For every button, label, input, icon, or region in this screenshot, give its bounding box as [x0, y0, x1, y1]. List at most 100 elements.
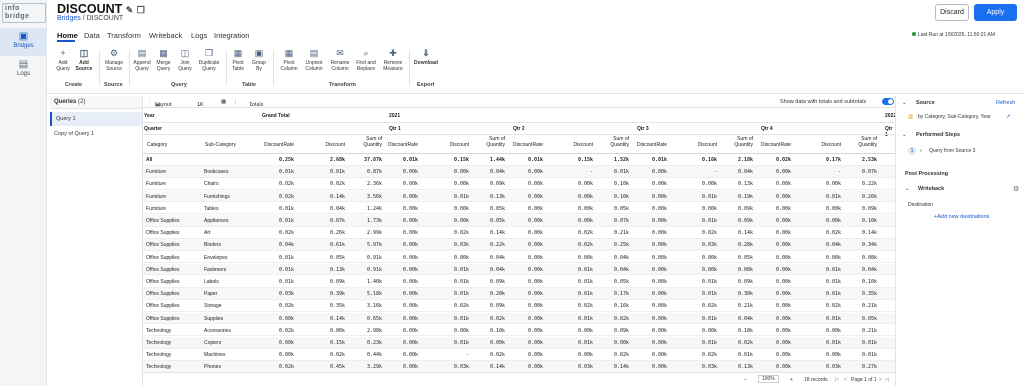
next-page-icon[interactable]: > [879, 377, 882, 383]
tab-home[interactable]: Home [57, 31, 78, 40]
unpivot-column-button[interactable]: ▤ Unpivot Column [303, 48, 325, 72]
remove-measure-label: Remove Measure [383, 60, 403, 72]
remove-measure-button[interactable]: ✚ Remove Measure [381, 48, 405, 72]
value-cell: 0.10k [861, 218, 877, 224]
find-replace-label: Find and Replace [356, 60, 376, 72]
zoom-level[interactable]: 100% [758, 375, 779, 383]
refresh-link[interactable]: Refresh [996, 100, 1015, 106]
value-cell: 0.17k [825, 157, 841, 163]
value-cell: 0.00k [402, 230, 418, 237]
chevron-down-icon[interactable]: ⌄ [902, 100, 907, 106]
last-run-status: Last Run at 1/9/2025, 11:50:21 AM [912, 32, 995, 38]
pivot-table-button[interactable]: ▦ Pivot Table [230, 48, 246, 72]
prev-page-icon[interactable]: < [844, 377, 847, 383]
measure-col-header[interactable]: Discount [423, 142, 469, 148]
value-cell: 0.09k [489, 303, 505, 310]
measure-col-header[interactable]: Discount [547, 142, 593, 148]
last-run-text: Last Run at 1/9/2025, 11:50:21 AM [918, 32, 995, 38]
value-cell: 0.04k [737, 169, 753, 176]
measure-col-header[interactable]: DiscountRate [621, 142, 667, 148]
add-destination-link[interactable]: +Add new destinations [934, 214, 990, 220]
find-replace-button[interactable]: ⌕ Find and Replace [354, 48, 378, 72]
value-cell: 0.28k [737, 242, 753, 249]
add-source-button[interactable]: ◫ Add Source [75, 48, 93, 72]
value-cell: 0.00k [651, 364, 667, 371]
zoom-in-icon[interactable]: + [790, 377, 793, 383]
value-cell: 0.00k [775, 205, 791, 212]
value-cell: 0.00k [402, 340, 418, 346]
category-col-header[interactable]: Category [147, 142, 167, 148]
performed-steps-label: Performed Steps [916, 132, 961, 138]
subcategory-cell: Chairs [204, 181, 219, 188]
tab-integration[interactable]: Integration [214, 31, 249, 40]
value-cell: 0.00k [775, 352, 791, 359]
value-cell: 0.02k [613, 315, 629, 322]
value-cell: 0.02k [453, 230, 469, 237]
edit-icon[interactable]: ✎ [126, 5, 134, 15]
measure-col-header[interactable]: Discount [795, 142, 841, 148]
query-item[interactable]: Query 1 [50, 112, 142, 126]
value-cell: 0.00k [651, 218, 667, 224]
pivot-column-button[interactable]: ▦ Pivot Column [279, 48, 299, 72]
post-processing-label: Post Processing [905, 171, 949, 177]
drag-handle-icon[interactable]: ⋮ [147, 99, 153, 105]
subcategory-col-header[interactable]: Sub-Category [205, 142, 236, 148]
append-query-button[interactable]: ▤ Append Query [132, 48, 152, 72]
rename-column-button[interactable]: ✉ Rename Column [329, 48, 351, 72]
grid-footer: − 100% + 18 records |< < Page 1 of 1 > >… [143, 372, 895, 386]
pivot-column-icon: ▦ [284, 48, 294, 58]
group-by-button[interactable]: ▣ Group By [251, 48, 267, 72]
measure-col-header[interactable]: Sum of Quantity [847, 136, 877, 148]
measure-col-header[interactable]: DiscountRate [497, 142, 543, 148]
tab-writeback[interactable]: Writeback [149, 31, 182, 40]
gear-icon[interactable]: ⚙ [1013, 185, 1019, 193]
nav-logs[interactable]: ▤ Logs [0, 56, 47, 84]
step-item[interactable]: Query from Source 3 [929, 148, 975, 154]
breadcrumb-bridges[interactable]: Bridges [57, 15, 81, 22]
value-cell: 0.01k [861, 352, 877, 359]
tab-transform[interactable]: Transform [107, 31, 141, 40]
tab-data[interactable]: Data [84, 31, 100, 40]
value-cell: 1.44k [489, 157, 505, 163]
join-query-button[interactable]: ◫ Join Query [176, 48, 194, 72]
zoom-out-icon[interactable]: − [744, 377, 747, 383]
value-cell: 0.44k [366, 352, 382, 359]
open-source-icon[interactable]: ↗ [1006, 114, 1011, 120]
merge-query-button[interactable]: ▦ Merge Query [154, 48, 173, 72]
measure-col-header[interactable]: Discount [671, 142, 717, 148]
page-indicator: Page 1 of 1 [851, 377, 877, 383]
remove-measure-icon: ✚ [389, 48, 397, 58]
value-cell: 0.14k [329, 193, 345, 200]
value-cell: 0.05k [329, 254, 345, 261]
group-transform-label: Transform [329, 82, 356, 88]
chevron-down-icon[interactable]: ⌄ [902, 132, 907, 138]
value-cell: 0.01k [278, 254, 294, 261]
value-cell: 0.26k [329, 230, 345, 237]
nav-bridges[interactable]: ▣ Bridges [0, 28, 47, 56]
tab-logs[interactable]: Logs [191, 31, 207, 40]
manage-source-button[interactable]: ⚙ Manage Source [103, 48, 125, 72]
year-2021-header: 2021 [389, 113, 401, 119]
copy-icon[interactable]: ❐ [137, 5, 145, 15]
first-page-icon[interactable]: |< [835, 377, 839, 383]
query-item[interactable]: Copy of Query 1 [50, 127, 142, 141]
chevron-right-icon[interactable]: › [920, 148, 922, 154]
measure-col-header[interactable]: Discount [299, 142, 345, 148]
discard-button[interactable]: Discard [935, 4, 969, 21]
add-query-button[interactable]: + Add Query [55, 48, 71, 72]
measure-col-header[interactable]: DiscountRate [372, 142, 418, 148]
measure-col-header[interactable]: DiscountRate [248, 142, 294, 148]
columns-icon[interactable]: ▦ [221, 99, 226, 105]
apply-button[interactable]: Apply [974, 4, 1017, 21]
chevron-down-icon[interactable]: ⌄ [905, 186, 910, 192]
last-page-icon[interactable]: >| [885, 377, 889, 383]
download-button[interactable]: ⇓ Download [413, 48, 439, 67]
show-totals-toggle[interactable] [882, 98, 894, 105]
source-section-label: Source [916, 100, 935, 106]
duplicate-query-button[interactable]: ❐ Duplicate Query [197, 48, 221, 72]
divider [129, 50, 130, 86]
value-cell: 0.00k [775, 181, 791, 188]
table-row: Furniture Furnishings 0.02k 0.14k 3.56k 0.00k… [143, 190, 895, 203]
chevron-down-icon: ⌄ [249, 102, 254, 108]
measure-col-header[interactable]: DiscountRate [745, 142, 791, 148]
